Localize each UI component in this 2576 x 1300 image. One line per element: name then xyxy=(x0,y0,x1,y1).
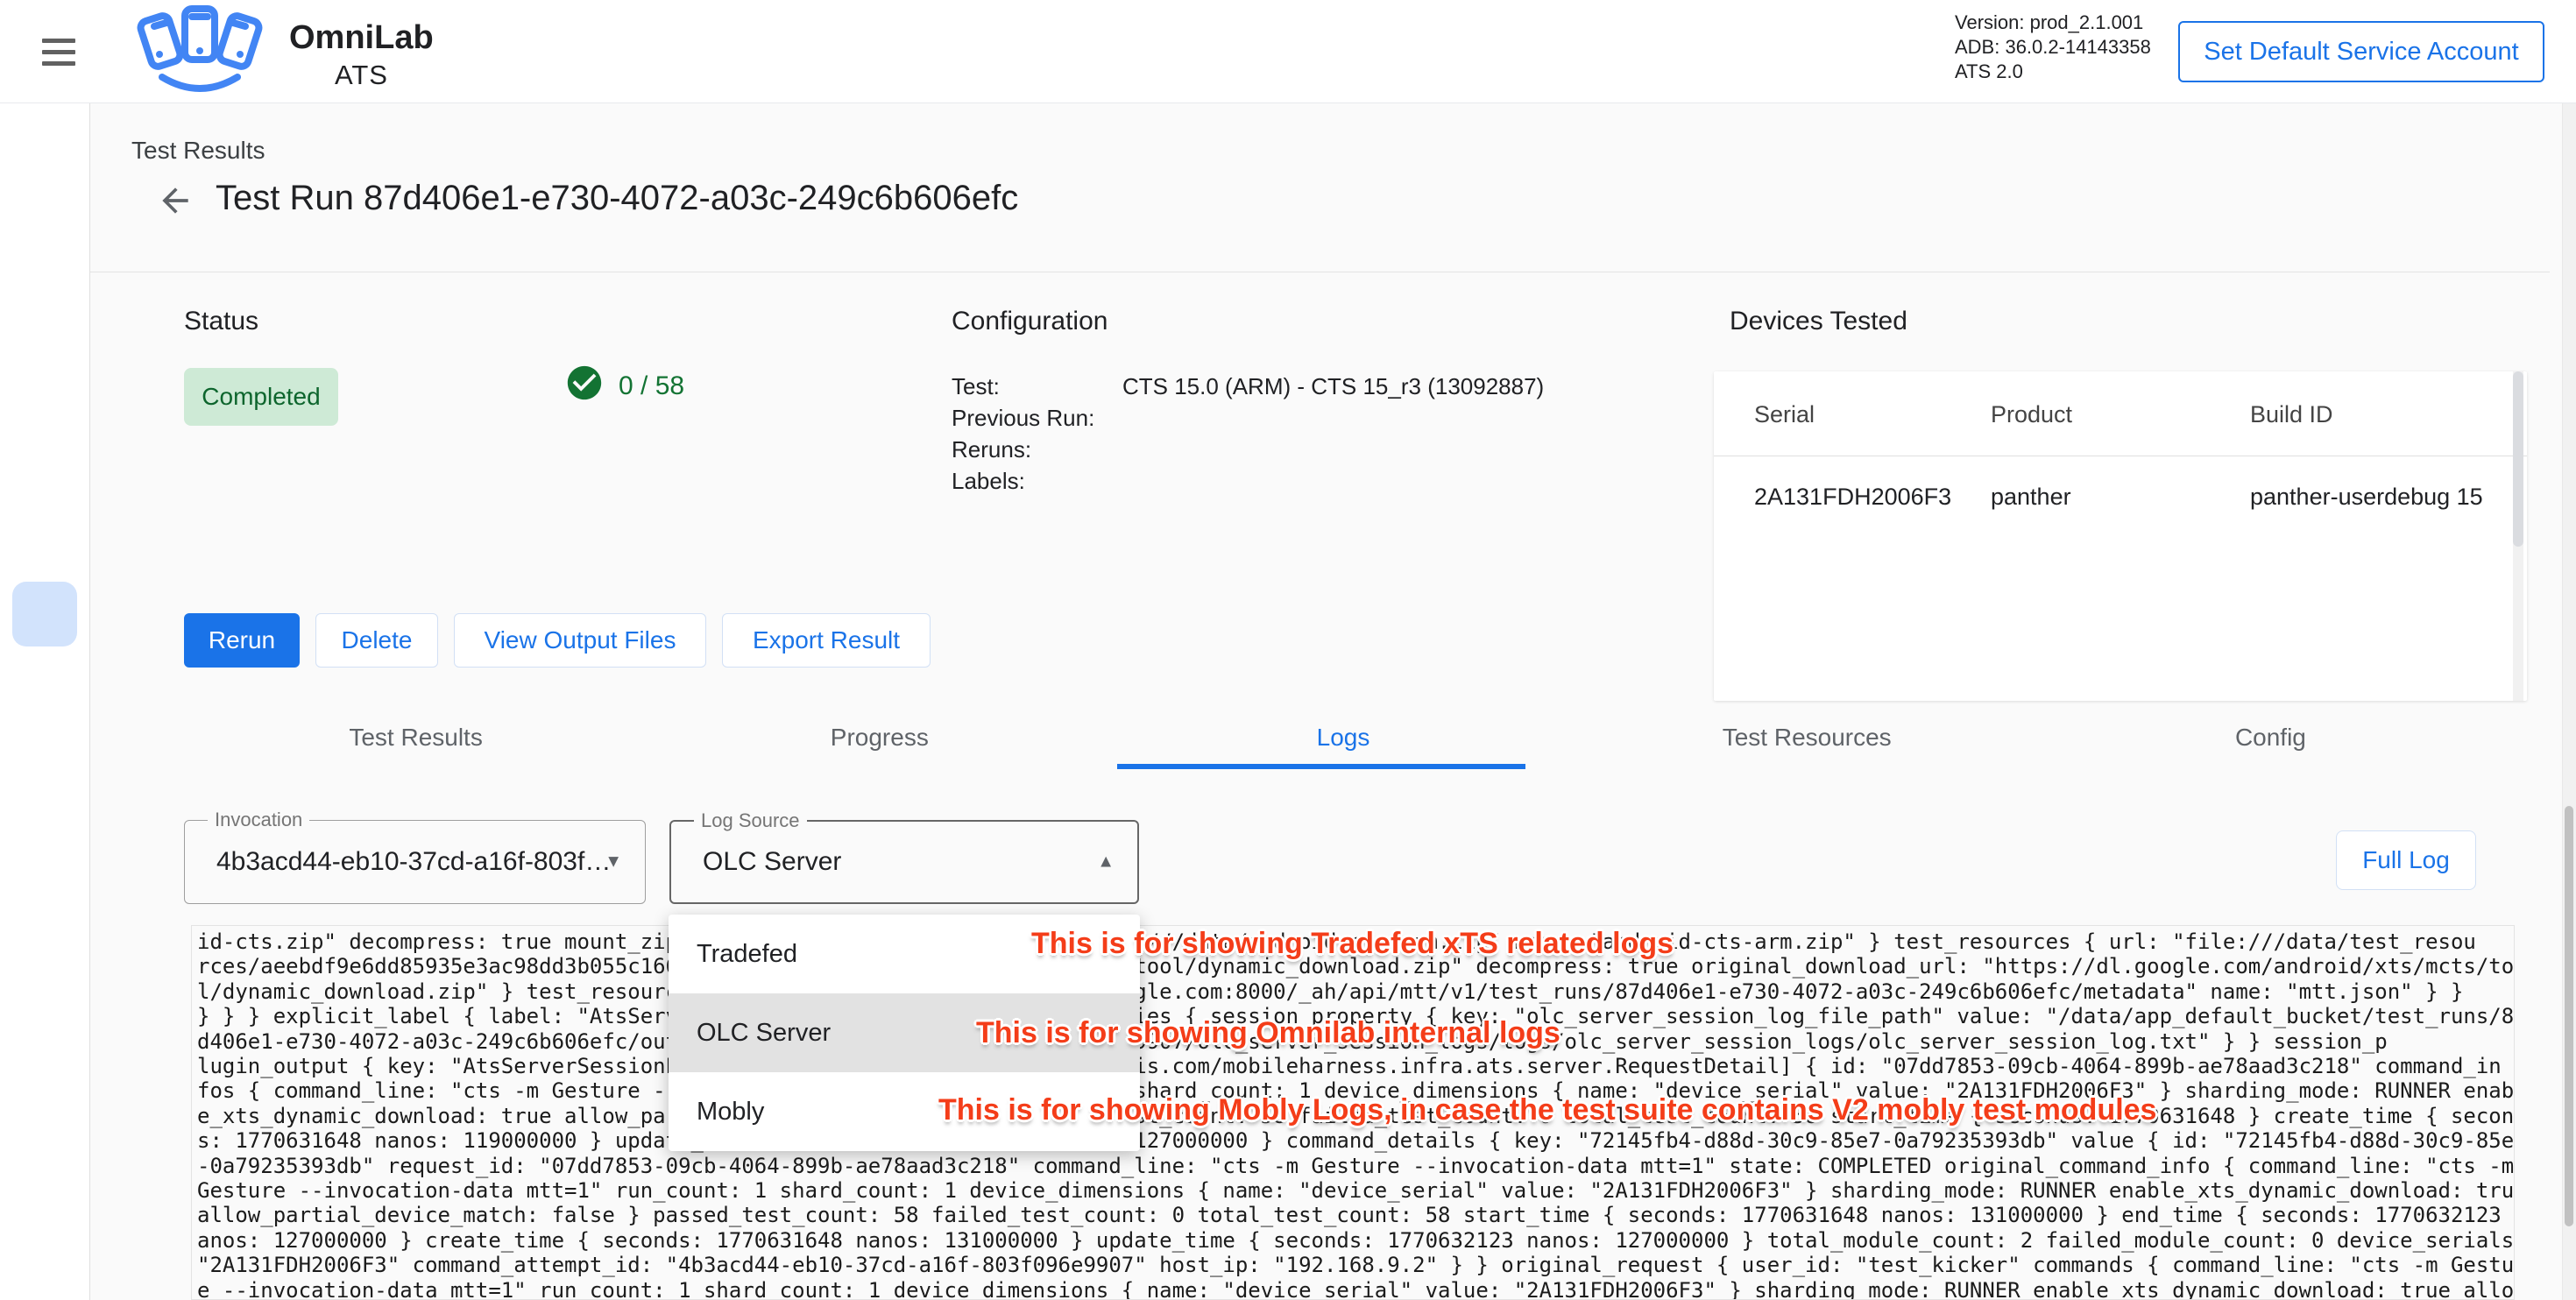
arrow-back-icon xyxy=(156,181,195,220)
sidebar-nav xyxy=(0,103,90,1300)
devices-table-scrollbar[interactable] xyxy=(2513,371,2523,547)
column-header-serial: Serial xyxy=(1754,401,1815,428)
configuration-heading: Configuration xyxy=(952,307,1108,336)
brand-sub: ATS xyxy=(335,60,388,91)
invocation-select[interactable]: Invocation 4b3acd44-eb10-37cd-a16f-803f…… xyxy=(184,820,646,904)
back-button[interactable] xyxy=(152,179,198,224)
device-product-cell: panther xyxy=(1991,484,2227,511)
chevron-down-icon: ▼ xyxy=(605,852,622,873)
status-badge: Completed xyxy=(184,368,338,426)
ats-app: OmniLab ATS Version: prod_2.1.001 ADB: 3… xyxy=(0,0,2576,1300)
tab-logs[interactable]: Logs xyxy=(1111,706,1575,769)
failed-total-count: 0 / 58 xyxy=(619,371,684,401)
active-tab-indicator xyxy=(1117,764,1525,769)
invocation-select-value: 4b3acd44-eb10-37cd-a16f-803f… xyxy=(216,821,611,903)
check-circle-icon xyxy=(564,363,605,403)
version-line: Version: prod_2.1.001 xyxy=(1955,11,2151,35)
active-nav-highlight xyxy=(12,582,77,646)
delete-button[interactable]: Delete xyxy=(315,613,438,668)
brand-name: OmniLab xyxy=(289,19,434,57)
export-result-button[interactable]: Export Result xyxy=(722,613,931,668)
config-label-previous-run: Previous Run: xyxy=(952,405,1094,432)
top-app-bar: OmniLab ATS Version: prod_2.1.001 ADB: 3… xyxy=(0,0,2576,103)
chevron-up-icon: ▲ xyxy=(1097,852,1115,873)
log-source-select-value: OLC Server xyxy=(703,822,841,902)
config-value-test: CTS 15.0 (ARM) - CTS 15_r3 (13092887) xyxy=(1122,373,1544,400)
tab-test-resources[interactable]: Test Resources xyxy=(1575,706,2039,769)
rerun-button[interactable]: Rerun xyxy=(184,613,300,668)
menu-icon[interactable] xyxy=(42,32,84,72)
tab-progress[interactable]: Progress xyxy=(648,706,1111,769)
set-default-service-account-button[interactable]: Set Default Service Account xyxy=(2178,21,2544,82)
annotation-tradefed: This is for showing Tradefed xTS related… xyxy=(1031,927,1674,961)
devices-tested-heading: Devices Tested xyxy=(1730,307,1907,336)
annotation-olc-server: This is for showing Omnilab internal log… xyxy=(976,1016,1560,1050)
device-serial-cell: 2A131FDH2006F3 xyxy=(1754,484,1973,511)
page-title: Test Run 87d406e1-e730-4072-a03c-249c6b6… xyxy=(216,179,1018,218)
view-output-files-button[interactable]: View Output Files xyxy=(454,613,706,668)
annotation-mobly: This is for showing Mobly Logs, in case … xyxy=(938,1093,2156,1127)
column-header-build-id: Build ID xyxy=(2250,401,2333,428)
full-log-button[interactable]: Full Log xyxy=(2336,830,2476,890)
omnilab-logo xyxy=(121,5,279,98)
breadcrumb: Test Results xyxy=(131,137,265,165)
version-info: Version: prod_2.1.001 ADB: 36.0.2-141433… xyxy=(1955,11,2151,84)
column-header-product: Product xyxy=(1991,401,2072,428)
tab-config[interactable]: Config xyxy=(2039,706,2502,769)
log-source-select[interactable]: Log Source OLC Server ▲ xyxy=(669,820,1139,904)
ats-version-line: ATS 2.0 xyxy=(1955,60,2151,84)
tab-test-results[interactable]: Test Results xyxy=(184,706,648,769)
adb-version-line: ADB: 36.0.2-14143358 xyxy=(1955,35,2151,60)
page-scrollbar[interactable] xyxy=(2565,806,2573,1226)
devices-table-card xyxy=(1714,371,2527,701)
config-label-test: Test: xyxy=(952,373,1000,400)
tab-bar: Test Results Progress Logs Test Resource… xyxy=(184,706,2502,769)
config-label-labels: Labels: xyxy=(952,468,1025,495)
device-build-id-cell: panther-userdebug 15 xyxy=(2250,484,2511,511)
status-heading: Status xyxy=(184,307,258,336)
config-label-reruns: Reruns: xyxy=(952,436,1031,463)
